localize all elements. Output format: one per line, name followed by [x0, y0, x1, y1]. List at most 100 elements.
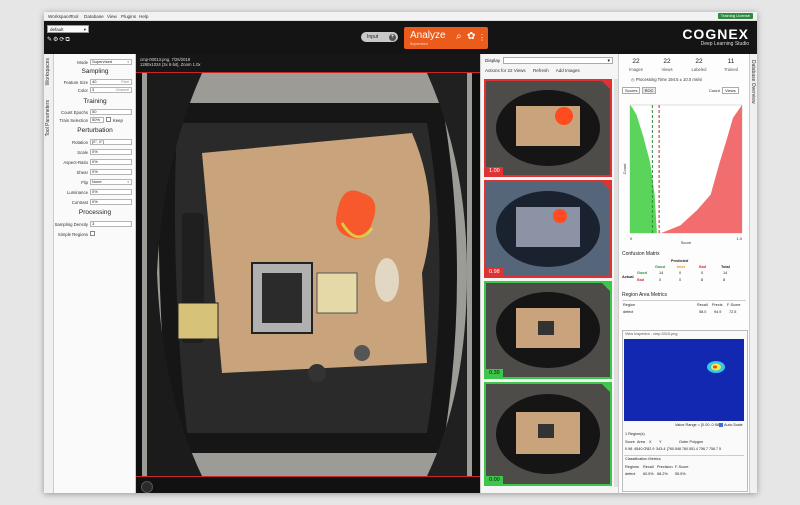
region-tbl-col: Area	[637, 440, 646, 444]
workspace-value: default	[50, 27, 64, 32]
viewer-status-bar	[136, 476, 480, 493]
mode-select[interactable]: Supervised ▾	[90, 59, 132, 65]
menu-database[interactable]: Database	[84, 14, 104, 19]
region-tbl-col: X	[649, 440, 652, 444]
sampling-title: Sampling	[81, 68, 109, 75]
confusion-cell: 14	[659, 271, 664, 275]
color-unit: Channel	[115, 88, 129, 92]
class-col: Regions	[625, 465, 639, 469]
rotation-input[interactable]: [0°, 0°]	[90, 139, 132, 145]
divider	[622, 300, 746, 301]
region-tbl-col: Score	[625, 440, 635, 444]
database-overview-tab[interactable]: Database Overview	[750, 60, 756, 104]
aspect-ratio-input[interactable]: 0%	[90, 159, 132, 165]
workspace-select[interactable]: default ▾	[47, 25, 89, 33]
actions-link[interactable]: Actions for 22 Views	[485, 68, 526, 73]
tool-parameters-panel: Mode Supervised ▾ Sampling Feature Size 4…	[54, 54, 136, 493]
thumbnail-2[interactable]: 0.98	[484, 180, 612, 278]
thumbnail-picture	[486, 384, 610, 484]
menu-plugins[interactable]: Plugins	[121, 14, 136, 19]
chevron-down-icon: ▾	[83, 27, 86, 32]
brand-name: COGNEX	[682, 26, 749, 42]
refresh-link[interactable]: Refresh	[533, 68, 549, 73]
confusion-row-good: Good	[637, 271, 647, 275]
feature-size-unit: Pixel	[121, 80, 129, 84]
thumbnail-4[interactable]: 0.00	[484, 382, 612, 486]
input-button[interactable]: Input +	[361, 32, 398, 42]
scale-input[interactable]: 0%	[90, 149, 132, 155]
view-inspector: View Inspector - cmp-0015.png Value Rang…	[622, 330, 748, 492]
images-label: Images	[629, 67, 643, 72]
display-filter-select[interactable]: ▾	[503, 56, 613, 64]
count-label: Count	[709, 88, 720, 93]
region-tbl-cell: 0.98	[625, 447, 633, 451]
luminance-label: Luminance	[66, 190, 88, 195]
analyze-button[interactable]: Analyze Supervised ⌕ ✿ ⋮	[404, 27, 488, 49]
sampling-density-input[interactable]: 3	[90, 221, 132, 227]
color-input[interactable]: 3 Channel	[90, 87, 132, 93]
confusion-predicted-label: Predicted	[671, 259, 689, 263]
confusion-cell: 0	[679, 271, 682, 275]
class-cell: defect	[625, 472, 636, 476]
count-epochs-input[interactable]: 50	[90, 109, 132, 115]
magnifier-icon[interactable]: ⌕	[456, 31, 462, 42]
feature-size-input[interactable]: 40 Pixel	[90, 79, 132, 85]
mode-value: Supervised	[92, 59, 113, 64]
input-label: Input	[367, 34, 379, 40]
confusion-cell: 8	[701, 278, 704, 282]
auto-scale-checkbox[interactable]	[719, 422, 723, 427]
trained-label: Trained	[723, 67, 739, 72]
contrast-input[interactable]: 0%	[90, 199, 132, 205]
tool-parameters-tab[interactable]: Tool Parameters	[45, 100, 51, 136]
left-side-tabs: Workspaces Tool Parameters	[44, 54, 54, 493]
add-images-link[interactable]: Add Images	[556, 68, 580, 73]
flip-select[interactable]: None ▾	[90, 179, 132, 185]
workspaces-tab[interactable]: Workspaces	[45, 58, 51, 85]
labeled-label: Labeled	[691, 67, 707, 72]
sliders-icon[interactable]: ⋮	[478, 33, 486, 42]
analyze-subtitle: Supervised	[410, 42, 428, 46]
value-range: Value Range = [0.00, 0.98]	[675, 423, 720, 427]
region-col: Recall	[697, 303, 708, 307]
confusion-col-good: Good	[655, 265, 665, 269]
inspection-image[interactable]	[142, 73, 472, 476]
simple-regions-checkbox[interactable]	[90, 231, 95, 236]
brain-icon[interactable]: ✿	[467, 31, 475, 42]
mode-label: Mode	[77, 60, 88, 65]
luminance-input[interactable]: 0%	[90, 189, 132, 195]
thumbnail-1[interactable]: 1.00	[484, 79, 612, 177]
chevron-down-icon: ▾	[127, 180, 129, 184]
tab-scores[interactable]: Scores	[622, 87, 641, 94]
image-viewer: cmp-00013.png, 7/26/2018 1280x1024 (3x 8…	[136, 54, 480, 493]
color-value: 3	[92, 87, 95, 92]
thumbnail-picture	[486, 182, 610, 276]
auto-scale-label: Auto-Scale	[724, 423, 743, 427]
thumbnail-3[interactable]: 0.39	[484, 281, 612, 379]
region-col: Region	[623, 303, 636, 307]
thumbnail-score: 0.39	[486, 369, 503, 377]
keep-checkbox[interactable]	[106, 117, 111, 122]
thumbnail-picture	[486, 283, 610, 377]
aspect-ratio-label: Aspect-Ratio	[63, 160, 88, 165]
region-col: F-Score	[727, 303, 741, 307]
menu-view[interactable]: View	[107, 14, 117, 19]
region-cell: 72.5	[729, 310, 737, 314]
zoom-circle-icon[interactable]	[141, 481, 153, 493]
toolbar: default ▾ ✎⚙⟳⧉ Input + Analyze Supervised…	[44, 21, 757, 54]
menu-workspace[interactable]: Workspace	[48, 14, 71, 19]
train-selection-input[interactable]: 50%	[90, 117, 104, 123]
images-count: 22	[632, 58, 640, 65]
shear-label: Shear	[76, 170, 88, 175]
menu-tool[interactable]: Tool	[70, 14, 78, 19]
processing-title: Processing	[78, 209, 112, 216]
tab-roc[interactable]: ROC	[641, 87, 657, 94]
shear-input[interactable]: 0%	[90, 169, 132, 175]
class-cell: 68.2%	[657, 472, 668, 476]
heatmap-picture[interactable]	[624, 339, 744, 421]
menu-help[interactable]: Help	[139, 14, 148, 19]
feature-size-label: Feature Size	[63, 80, 88, 85]
region-tbl-cell: 343.4	[656, 447, 666, 451]
copy-icon[interactable]: ⧉	[65, 37, 70, 43]
count-select[interactable]: Views	[722, 87, 739, 94]
confusion-title: Confusion Matrix	[622, 251, 660, 257]
